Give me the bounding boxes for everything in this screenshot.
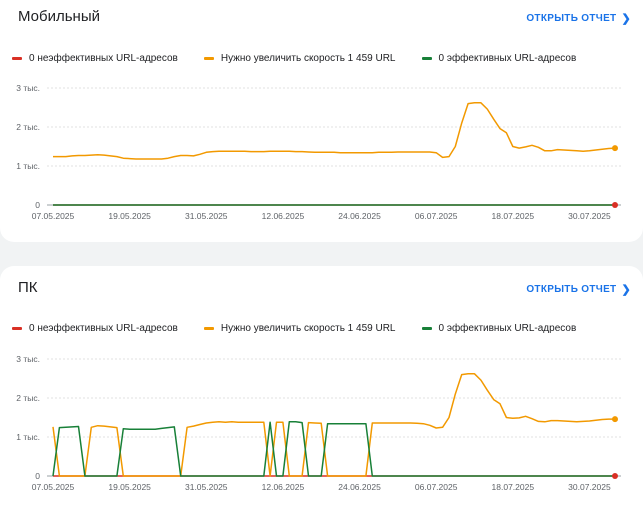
- legend-item-poor[interactable]: 0 неэффективных URL-адресов: [12, 323, 178, 334]
- pc-line-chart: 0 1 тыс. 2 тыс. 3 тыс. 07.05.2025 19.05.2025 3…: [16, 354, 621, 492]
- x-tick-label: 12.06.2025: [262, 482, 305, 492]
- series-end-point: [612, 145, 618, 152]
- x-tick-label: 24.06.2025: [338, 211, 381, 221]
- legend-swatch-red: [12, 56, 22, 60]
- series-end-point: [612, 416, 618, 423]
- x-tick-label: 30.07.2025: [568, 482, 611, 492]
- series-line-1: [52, 373, 615, 477]
- x-tick-label: 06.07.2025: [415, 482, 458, 492]
- card-title: ПК: [18, 279, 38, 296]
- series-end-point: [612, 473, 618, 479]
- x-tick-label: 24.06.2025: [338, 482, 381, 492]
- series-end-point: [612, 202, 618, 208]
- chart-legend: 0 неэффективных URL-адресов Нужно увелич…: [12, 52, 602, 64]
- y-tick-label: 2 тыс.: [16, 393, 40, 403]
- y-tick-label: 1 тыс.: [16, 432, 40, 442]
- y-tick-label: 0: [35, 200, 40, 210]
- legend-swatch-orange: [203, 56, 214, 60]
- x-tick-label: 30.07.2025: [568, 211, 611, 221]
- x-tick-label: 07.05.2025: [32, 482, 75, 492]
- legend-item-good[interactable]: 0 эффективных URL-адресов: [421, 52, 577, 64]
- legend-label: Нужно увеличить скорость 1 459 URL: [220, 52, 396, 64]
- legend-label: 0 неэффективных URL-адресов: [29, 322, 178, 334]
- x-tick-label: 31.05.2025: [185, 482, 228, 492]
- x-tick-label: 19.05.2025: [108, 482, 151, 492]
- legend-item-good[interactable]: 0 эффективных URL-адресов: [421, 322, 577, 334]
- legend-swatch-green: [421, 56, 432, 60]
- legend-item-poor[interactable]: 0 неэффективных URL-адресов: [12, 53, 178, 64]
- pc-card: ПК ОТКРЫТЬ ОТЧЕТ ❯ 0 неэффективных URL-а…: [0, 266, 643, 512]
- series-line-1: [53, 102, 616, 160]
- chevron-right-icon: ❯: [621, 284, 631, 296]
- legend-swatch-red: [12, 326, 22, 330]
- legend-label: 0 неэффективных URL-адресов: [29, 52, 178, 64]
- legend-item-needs-improvement[interactable]: Нужно увеличить скорость 1 459 URL: [203, 322, 396, 334]
- legend-label: Нужно увеличить скорость 1 459 URL: [220, 322, 396, 334]
- x-tick-label: 12.06.2025: [262, 211, 305, 221]
- y-tick-label: 1 тыс.: [16, 161, 40, 171]
- x-tick-label: 06.07.2025: [415, 211, 458, 221]
- legend-swatch-orange: [203, 326, 214, 330]
- mobile-line-chart: 0 1 тыс. 2 тыс. 3 тыс. 07.05.2025 19.05.2025 3…: [16, 83, 621, 221]
- legend-label: 0 эффективных URL-адресов: [438, 52, 577, 64]
- card-title: Мобильный: [18, 8, 100, 25]
- y-tick-label: 3 тыс.: [16, 83, 40, 93]
- x-tick-label: 19.05.2025: [108, 211, 151, 221]
- mobile-card: Мобильный ОТКРЫТЬ ОТЧЕТ ❯ 0 неэффективны…: [0, 0, 643, 242]
- y-tick-label: 0: [35, 471, 40, 481]
- y-tick-label: 3 тыс.: [16, 354, 40, 364]
- x-tick-label: 31.05.2025: [185, 211, 228, 221]
- open-report-label: ОТКРЫТЬ ОТЧЕТ: [526, 284, 617, 295]
- legend-swatch-green: [421, 326, 432, 330]
- y-tick-label: 2 тыс.: [16, 122, 40, 132]
- open-report-label: ОТКРЫТЬ ОТЧЕТ: [526, 13, 617, 24]
- chart-legend: 0 неэффективных URL-адресов Нужно увелич…: [12, 322, 602, 334]
- x-tick-label: 07.05.2025: [32, 211, 75, 221]
- x-tick-label: 18.07.2025: [492, 482, 535, 492]
- x-tick-label: 18.07.2025: [492, 211, 535, 221]
- open-report-button[interactable]: ОТКРЫТЬ ОТЧЕТ ❯: [526, 12, 631, 25]
- legend-label: 0 эффективных URL-адресов: [438, 322, 577, 334]
- legend-item-needs-improvement[interactable]: Нужно увеличить скорость 1 459 URL: [203, 52, 396, 64]
- open-report-button[interactable]: ОТКРЫТЬ ОТЧЕТ ❯: [526, 283, 631, 296]
- chevron-right-icon: ❯: [621, 13, 631, 25]
- series-line-2: [52, 421, 615, 477]
